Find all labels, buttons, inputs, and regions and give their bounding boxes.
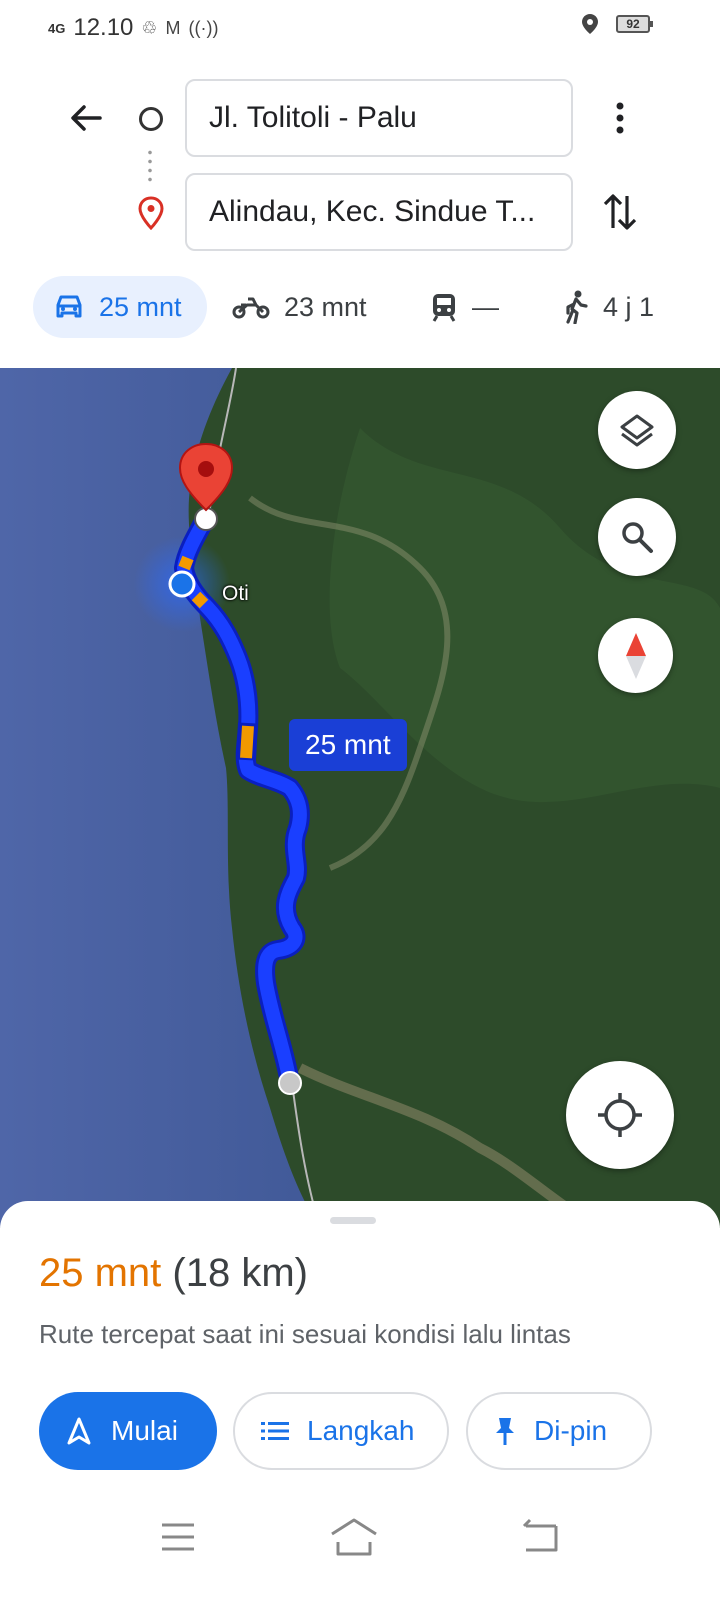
search-map-button[interactable] — [598, 498, 676, 576]
sheet-drag-handle[interactable] — [330, 1217, 376, 1224]
route-description: Rute tercepat saat ini sesuai kondisi la… — [39, 1319, 571, 1349]
layers-button[interactable] — [598, 391, 676, 469]
tab-car-label: 25 mnt — [99, 291, 182, 322]
train-icon — [432, 294, 456, 322]
map-place-label: Oti — [222, 582, 249, 605]
navigation-arrow-icon — [67, 1417, 91, 1445]
route-duration: 25 mnt — [39, 1251, 162, 1295]
tab-transit-label: — — [472, 291, 499, 322]
destination-field[interactable]: Alindau, Kec. Sindue T... — [185, 173, 573, 251]
tab-car[interactable]: 25 mnt — [33, 276, 207, 338]
gmail-icon: M — [165, 17, 181, 38]
steps-button-label: Langkah — [307, 1415, 415, 1446]
location-status-icon — [582, 14, 598, 34]
menu-icon[interactable] — [148, 1512, 208, 1562]
origin-marker-icon — [139, 107, 163, 131]
home-icon[interactable] — [324, 1512, 384, 1562]
status-bar: 4G 12.10 ♲ M ((·)) 92 — [0, 0, 720, 56]
route-connector — [148, 148, 152, 184]
compass-icon — [625, 632, 646, 679]
status-time: 12.10 — [73, 14, 134, 41]
pin-button[interactable]: Di-pin — [466, 1392, 652, 1470]
steps-button[interactable]: Langkah — [233, 1392, 449, 1470]
hotspot-icon: ((·)) — [188, 17, 219, 38]
start-button-label: Mulai — [111, 1415, 178, 1446]
more-vert-icon[interactable] — [605, 98, 635, 138]
destination-pin-icon — [138, 196, 164, 230]
layers-icon — [620, 414, 654, 447]
start-button[interactable]: Mulai — [39, 1392, 217, 1470]
walk-icon — [566, 290, 588, 324]
battery-indicator: 92 — [616, 15, 653, 33]
search-icon — [622, 522, 653, 553]
pin-icon — [496, 1418, 514, 1445]
system-nav-bar — [0, 1490, 720, 1600]
back-nav-icon[interactable] — [508, 1512, 568, 1562]
my-location-button[interactable] — [566, 1061, 674, 1169]
route-summary: 25 mnt (18 km) — [39, 1251, 308, 1296]
network-indicator: 4G — [48, 20, 66, 36]
swap-vert-icon[interactable] — [600, 190, 640, 234]
arrow-left-icon[interactable] — [66, 98, 106, 138]
pin-button-label: Di-pin — [534, 1415, 608, 1446]
tab-walk-label: 4 j 1 — [603, 291, 655, 322]
compass-button[interactable] — [598, 618, 673, 693]
tab-motorcycle-label: 23 mnt — [284, 291, 367, 322]
tab-motorcycle[interactable]: 23 mnt — [232, 276, 367, 338]
origin-field[interactable]: Jl. Tolitoli - Palu — [185, 79, 573, 157]
list-icon — [261, 1422, 289, 1440]
route-duration-label[interactable]: 25 mnt — [289, 719, 407, 771]
car-icon — [56, 295, 82, 318]
route-distance: (18 km) — [172, 1251, 308, 1295]
sync-icon: ♲ — [141, 17, 158, 38]
tab-walk[interactable]: 4 j 1 — [563, 276, 654, 338]
my-location-icon — [598, 1093, 642, 1137]
tab-transit[interactable]: — — [430, 276, 499, 338]
motorcycle-icon — [232, 297, 270, 319]
map-view[interactable]: Oti 25 mnt — [0, 368, 720, 1228]
